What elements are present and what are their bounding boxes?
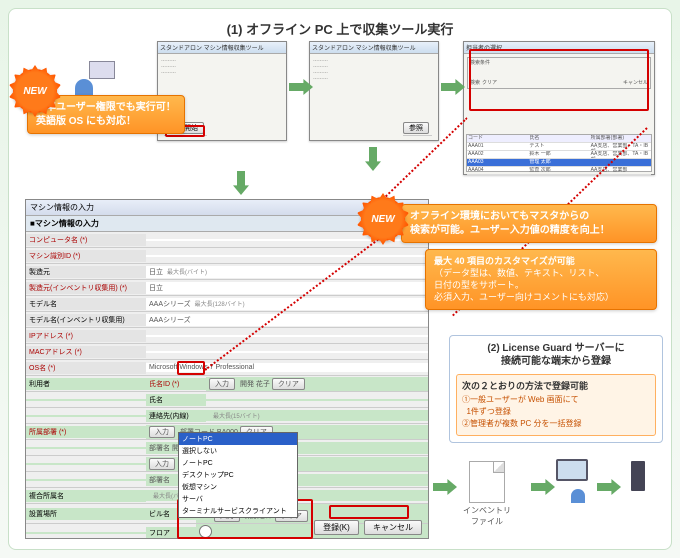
client-pc-icon (551, 459, 593, 509)
side-panel: (2) License Guard サーバーに接続可能な端末から登録 次の２とお… (449, 335, 663, 443)
highlight-box (329, 505, 409, 519)
new-badge: NEW (13, 69, 57, 113)
highlight-box (177, 361, 205, 375)
cancel-button[interactable]: キャンセル (364, 520, 422, 535)
section-title: (1) オフライン PC 上で収集ツール実行 (19, 19, 661, 38)
machine-info-form: マシン情報の入力 ■マシン情報の入力 コンピュータ名 (*) マシン識別ID (… (25, 199, 429, 539)
input-button[interactable]: 入力 (149, 426, 175, 438)
server-icon (617, 459, 659, 509)
arrow-right-icon (433, 479, 457, 495)
register-button[interactable]: 登録(K) (314, 520, 359, 535)
arrow-down-icon (365, 147, 381, 171)
thumb-collector-2: スタンドアロン マシン情報収集ツール ……………………………… 参照 (309, 41, 439, 141)
input-button[interactable]: 入力 (149, 458, 175, 470)
arrow-down-icon (233, 171, 249, 195)
inventory-file-icon: インベントリファイル (463, 461, 511, 527)
machine-type-dropdown[interactable]: ノートPC 選択しないノートPCデスクトップPC 仮想マシンサーバターミナルサー… (178, 432, 298, 518)
clear-button[interactable]: クリア (272, 378, 305, 390)
ref-button[interactable]: 参照 (403, 122, 429, 134)
callout-customize: 最大 40 項目のカスタマイズが可能 （データ型は、数値、テキスト、リスト、日付… (425, 249, 657, 310)
user-pc-illustration (67, 57, 117, 97)
arrow-right-icon (441, 79, 465, 95)
callout-offline-search: オフライン環境においてもマスタからの検索が可能。ユーザー入力値の精度を向上！ (401, 204, 657, 243)
search-result-grid[interactable]: コード氏名所属部署(部署) AAA01テストAA支店、営業部、TA・IB部 AA… (466, 134, 652, 172)
new-badge: NEW (361, 197, 405, 241)
highlight-box (469, 49, 649, 111)
input-button[interactable]: 入力 (209, 378, 235, 390)
